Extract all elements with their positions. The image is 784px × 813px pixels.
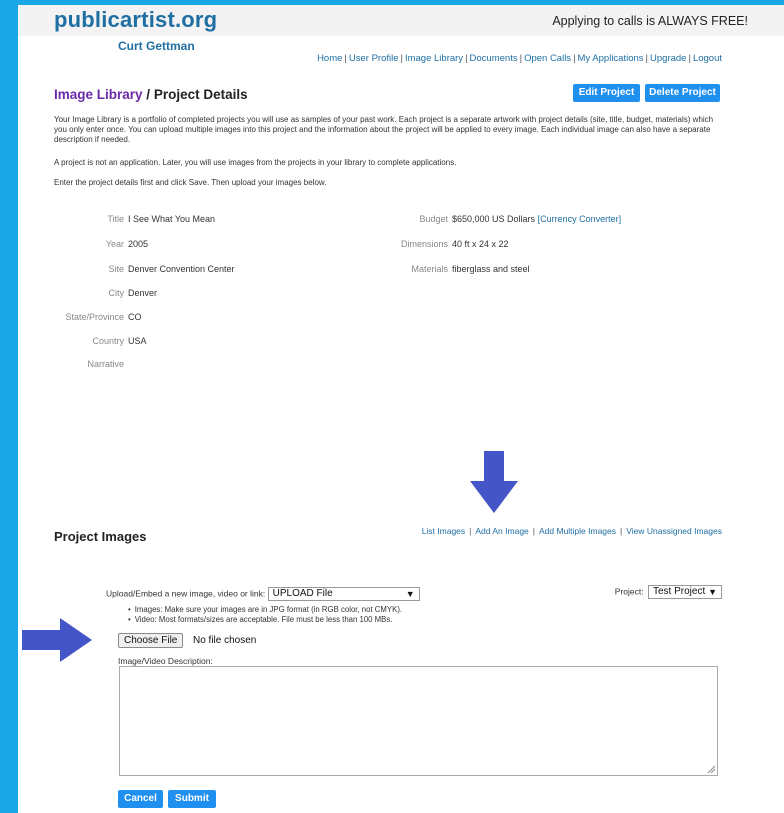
nav-separator: | (519, 53, 523, 64)
cancel-button[interactable]: Cancel (118, 790, 163, 808)
add-multiple-images-link[interactable]: Add Multiple Images (539, 526, 616, 536)
view-unassigned-images-link[interactable]: View Unassigned Images (626, 526, 722, 536)
nav-logout[interactable]: Logout (693, 53, 722, 64)
narrative-label: Narrative (87, 359, 124, 369)
year-label: Year (105, 239, 124, 249)
site-logo[interactable]: publicartist.org (54, 7, 217, 33)
project-row: Project: Test Project ▼ (615, 585, 722, 599)
edit-project-button[interactable]: Edit Project (573, 84, 640, 102)
hint-images: Images: Make sure your images are in JPG… (135, 605, 402, 615)
nav-separator: | (573, 53, 576, 64)
budget-value: $650,000 US Dollars [Currency Converter] (452, 214, 621, 224)
country-value: USA (128, 336, 147, 346)
upload-hints: Images: Make sure your images are in JPG… (135, 605, 402, 625)
choose-file-button[interactable]: Choose File (118, 633, 184, 648)
nav-my-applications[interactable]: My Applications (578, 53, 644, 64)
arrow-down-icon (470, 451, 518, 513)
delete-project-button[interactable]: Delete Project (645, 84, 720, 102)
nav-image-library[interactable]: Image Library (405, 53, 463, 64)
link-separator: | (620, 526, 623, 536)
no-file-chosen-text: No file chosen (193, 635, 257, 646)
project-images-title: Project Images (54, 529, 147, 544)
city-value: Denver (128, 288, 158, 298)
upload-type-select[interactable]: UPLOAD File ▼ (267, 587, 420, 601)
budget-label: Budget (419, 214, 448, 224)
arrow-right-icon (22, 618, 92, 662)
nav-user-profile[interactable]: User Profile (349, 53, 399, 64)
chevron-down-icon: ▼ (708, 587, 717, 597)
upload-label: Upload/Embed a new image, video or link: (106, 588, 266, 599)
nav-separator: | (688, 53, 691, 64)
state-value: CO (128, 312, 142, 322)
site-label: Site (108, 264, 124, 274)
nav-documents[interactable]: Documents (470, 53, 518, 64)
description-label: Image/Video Description: (118, 656, 213, 666)
title-value: I See What You Mean (128, 214, 216, 224)
intro-text-instructions: Enter the project details first and clic… (54, 178, 327, 187)
materials-value: fiberglass and steel (452, 264, 530, 274)
image-links: List Images | Add An Image | Add Multiple Im… (422, 526, 722, 536)
title-label: Title (107, 214, 124, 224)
nav-upgrade[interactable]: Upgrade (650, 53, 686, 64)
nav-separator: | (344, 53, 347, 64)
hint-video: Video: Most formats/sizes are acceptable… (135, 615, 402, 625)
project-select[interactable]: Test Project ▼ (648, 585, 722, 599)
project-select-value: Test Project (653, 586, 706, 597)
intro-text-library: Your Image Library is a portfolio of com… (54, 115, 714, 144)
list-images-link[interactable]: List Images (422, 526, 465, 536)
budget-amount: $650,000 US Dollars (452, 214, 536, 224)
breadcrumb-image-library[interactable]: Image Library (54, 87, 143, 102)
breadcrumb-separator: / (142, 87, 154, 102)
page-container: publicartist.org Curt Gettman Applying t… (18, 5, 784, 813)
year-value: 2005 (128, 239, 149, 249)
link-separator: | (532, 526, 535, 536)
project-label: Project: (614, 586, 644, 597)
nav-separator: | (400, 53, 403, 64)
submit-button[interactable]: Submit (168, 790, 216, 808)
user-name: Curt Gettman (118, 39, 195, 53)
upload-row: Upload/Embed a new image, video or link:… (106, 587, 420, 601)
nav-open-calls[interactable]: Open Calls (524, 53, 571, 64)
materials-label: Materials (411, 264, 448, 274)
state-label: State/Province (65, 312, 124, 322)
currency-converter-link[interactable]: [Currency Converter] (538, 214, 622, 224)
intro-text-application: A project is not an application. Later, … (54, 158, 457, 167)
link-separator: | (469, 526, 472, 536)
nav-home[interactable]: Home (317, 53, 342, 64)
dimensions-value: 40 ft x 24 x 22 (452, 239, 509, 249)
site-value: Denver Convention Center (128, 264, 235, 274)
chevron-down-icon: ▼ (405, 589, 415, 599)
nav-separator: | (645, 53, 649, 64)
upload-type-value: UPLOAD File (272, 588, 333, 599)
resize-grip-icon[interactable] (707, 765, 715, 773)
country-label: Country (92, 336, 124, 346)
description-textarea[interactable] (119, 666, 718, 776)
add-an-image-link[interactable]: Add An Image (475, 526, 528, 536)
dimensions-label: Dimensions (400, 239, 448, 249)
tagline: Applying to calls is ALWAYS FREE! (552, 14, 748, 28)
city-label: City (108, 288, 125, 298)
top-nav: Home | User Profile | Image Library | Document… (317, 53, 722, 64)
page-title: Image Library / Project Details (54, 87, 248, 102)
nav-separator: | (465, 53, 468, 64)
page-title-text: Project Details (153, 87, 248, 102)
